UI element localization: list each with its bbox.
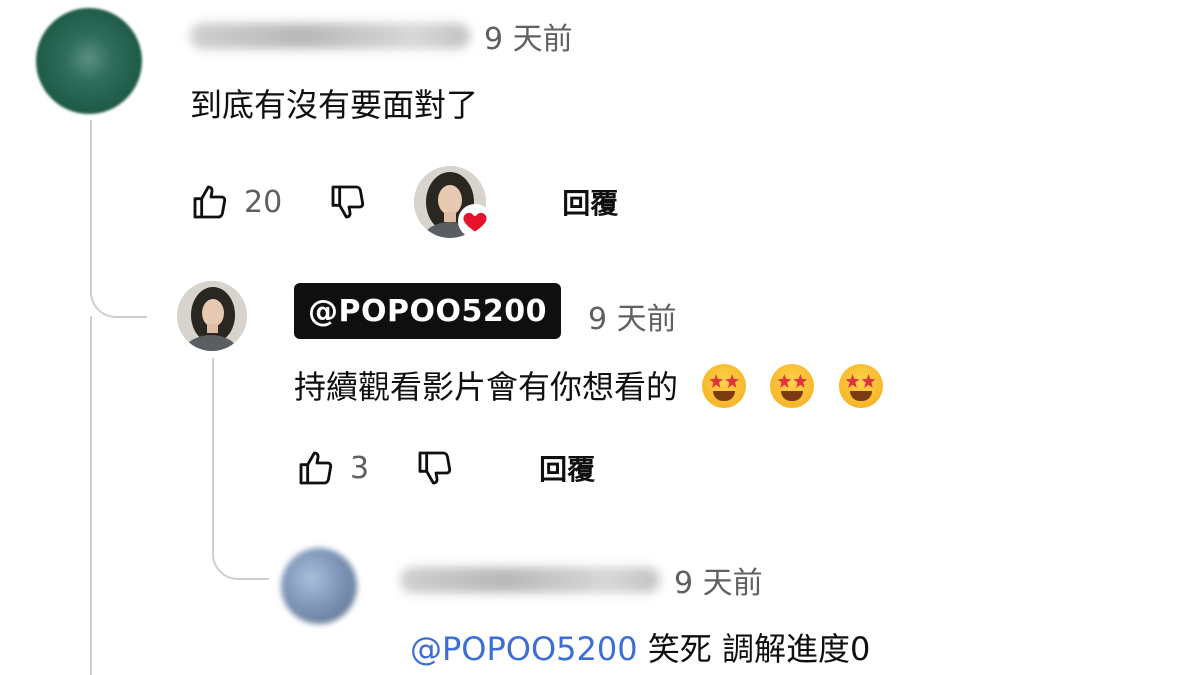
comment-body: 笑死 調解進度0 bbox=[637, 630, 871, 668]
reply-button[interactable]: 回覆 bbox=[539, 448, 595, 488]
comment-header: 9 天前 bbox=[400, 558, 763, 602]
author-name-blurred[interactable] bbox=[190, 23, 470, 49]
thumbs-down-icon[interactable] bbox=[326, 180, 370, 224]
reply-button[interactable]: 回覆 bbox=[562, 182, 618, 222]
like-count: 20 bbox=[244, 184, 283, 220]
author-name-blurred[interactable] bbox=[400, 567, 660, 593]
thumbs-up-icon[interactable] bbox=[188, 180, 232, 224]
comment-time: 9 天前 bbox=[674, 566, 763, 601]
mention-link[interactable]: @POPOO5200 bbox=[410, 630, 638, 668]
thumbs-down-icon[interactable] bbox=[413, 446, 457, 490]
thumbs-up-icon[interactable] bbox=[294, 446, 338, 490]
comment-text: 持續觀看影片會有你想看的 bbox=[294, 362, 883, 411]
comment-time: 9 天前 bbox=[588, 302, 677, 337]
thread-connector-line bbox=[90, 316, 92, 675]
author-chip[interactable]: @POPOO5200 bbox=[294, 283, 561, 339]
comment-text: @POPOO5200 笑死 調解進度0 bbox=[410, 624, 870, 670]
comment-text: 到底有沒有要面對了 bbox=[190, 86, 479, 124]
comment-thread: 9 天前 到底有沒有要面對了 20 回覆 @POPOO5200 9 天前 持續觀… bbox=[0, 0, 1200, 675]
thread-connector-line bbox=[212, 358, 269, 580]
avatar[interactable] bbox=[36, 8, 142, 114]
comment-header: 9 天前 bbox=[190, 14, 573, 58]
star-struck-emoji bbox=[838, 364, 883, 408]
star-struck-emoji bbox=[770, 364, 815, 408]
comment-actions: 20 回覆 bbox=[188, 166, 618, 238]
star-struck-emoji bbox=[702, 364, 747, 408]
comment-time: 9 天前 bbox=[484, 22, 573, 57]
avatar[interactable] bbox=[177, 281, 247, 351]
thread-connector-line bbox=[90, 120, 147, 318]
avatar[interactable] bbox=[281, 548, 357, 624]
comment-body: 持續觀看影片會有你想看的 bbox=[294, 368, 679, 406]
heart-icon bbox=[458, 204, 493, 238]
creator-heart bbox=[414, 166, 493, 238]
comment-actions: 3 回覆 bbox=[294, 446, 595, 490]
like-count: 3 bbox=[350, 450, 370, 486]
